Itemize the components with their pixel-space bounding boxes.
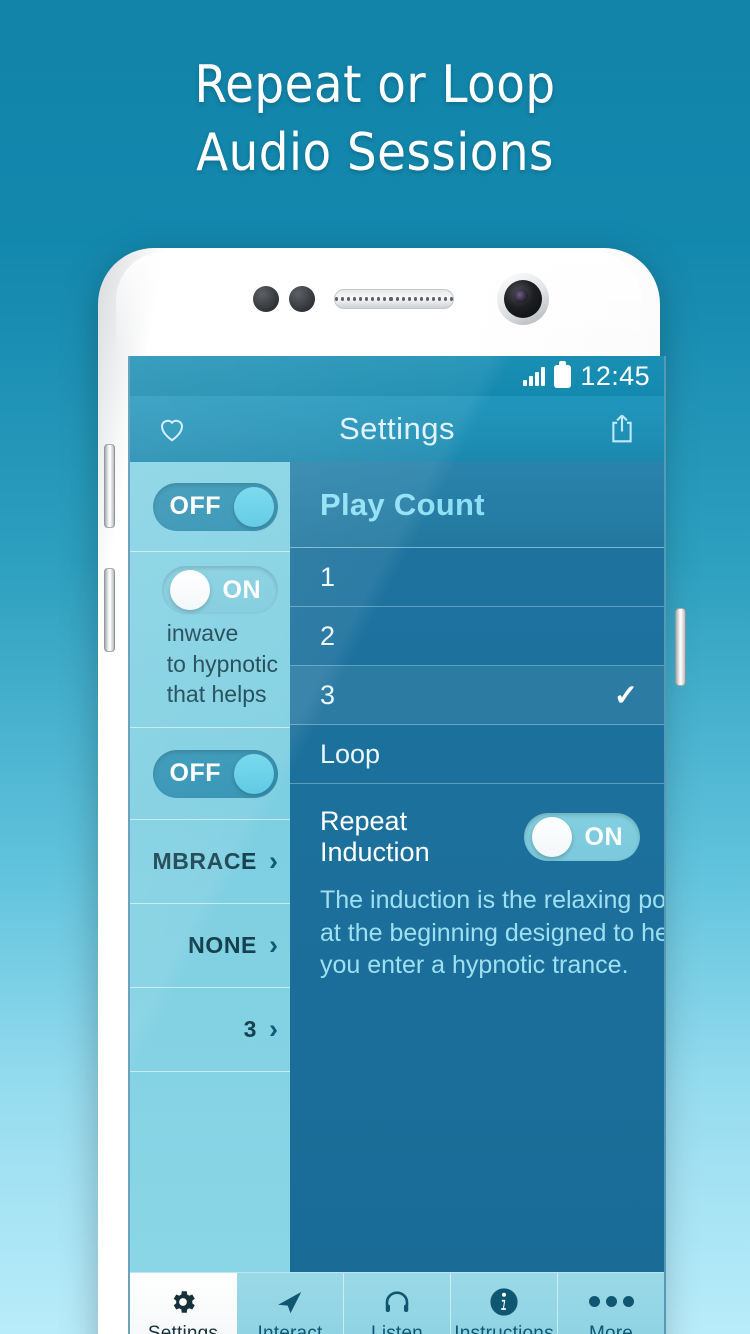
sidebar-row-value: 3 xyxy=(243,1016,257,1042)
sidebar-row-embrace[interactable]: MBRACE › xyxy=(130,820,290,904)
tab-label: More xyxy=(588,1322,634,1334)
option-label: 2 xyxy=(320,620,336,651)
option-row-3[interactable]: 3 ✓ xyxy=(290,666,664,725)
toggle-label: ON xyxy=(222,575,261,604)
paper-plane-icon xyxy=(274,1285,306,1319)
toggle-knob xyxy=(169,570,210,610)
heart-icon[interactable] xyxy=(152,409,192,449)
sidebar-desc-line-1: inwave xyxy=(166,620,239,646)
desc-line-2: at the beginning designed to help xyxy=(320,918,664,947)
tab-label: Settings xyxy=(147,1322,219,1334)
headphones-icon xyxy=(381,1285,413,1319)
phone-mockup: 12:45 Settings OFF ON inwave to hypnotic… xyxy=(82,248,686,1334)
option-row-loop[interactable]: Loop xyxy=(290,725,664,784)
page-title: Settings xyxy=(338,411,455,446)
gear-icon xyxy=(168,1285,198,1319)
toggle-label: OFF xyxy=(169,492,221,520)
tab-label: Interact xyxy=(257,1322,323,1334)
ellipsis-icon xyxy=(588,1285,634,1319)
sidebar-row-toggle-3[interactable]: OFF xyxy=(130,728,290,820)
sidebar-row-toggle-2[interactable]: ON inwave to hypnotic that helps xyxy=(130,552,290,728)
front-camera-sensor-icon xyxy=(289,286,315,312)
play-count-panel: Play Count 1 2 3 ✓ Loop Repeat Induction… xyxy=(290,462,664,1272)
sidebar-description: inwave to hypnotic that helps xyxy=(167,614,278,710)
sidebar-row-value: MBRACE xyxy=(152,848,257,874)
toggle-knob xyxy=(234,753,274,794)
app-nav-bar: Settings xyxy=(130,396,664,462)
signal-bars-icon xyxy=(523,366,546,386)
phone-screen: 12:45 Settings OFF ON inwave to hypnotic… xyxy=(128,356,666,1334)
volume-down-button[interactable] xyxy=(104,568,115,652)
toggle-label: ON xyxy=(584,822,623,851)
chevron-right-icon: › xyxy=(269,1014,278,1044)
status-bar: 12:45 xyxy=(130,356,664,396)
tab-interact[interactable]: Interact xyxy=(237,1273,344,1334)
battery-full-icon xyxy=(554,360,572,388)
chevron-right-icon: › xyxy=(269,930,278,960)
earpiece-speaker-icon xyxy=(334,289,454,309)
sidebar-desc-line-3: that helps xyxy=(166,681,267,708)
option-label: Loop xyxy=(320,738,381,769)
tab-settings[interactable]: Settings xyxy=(130,1273,237,1334)
bottom-tab-bar: Settings Interact Listen Instructions Mo… xyxy=(130,1272,664,1334)
front-camera-icon xyxy=(497,273,549,325)
repeat-induction-toggle[interactable]: ON xyxy=(524,813,640,861)
power-button[interactable] xyxy=(675,608,686,686)
sidebar-row-value: NONE xyxy=(188,932,257,958)
toggle-knob xyxy=(531,817,572,857)
option-row-2[interactable]: 2 xyxy=(290,607,664,666)
headline-line-1: Repeat or Loop xyxy=(194,55,556,115)
promo-headline: Repeat or Loop Audio Sessions xyxy=(0,52,750,187)
status-bar-clock: 12:45 xyxy=(580,360,650,391)
repeat-induction-row[interactable]: Repeat Induction ON xyxy=(290,784,664,882)
checkmark-icon: ✓ xyxy=(613,679,638,712)
sidebar-row-toggle-1[interactable]: OFF xyxy=(130,462,290,552)
tab-more[interactable]: More xyxy=(558,1273,664,1334)
headline-line-2: Audio Sessions xyxy=(196,122,554,183)
toggle-knob xyxy=(234,486,274,527)
screen-content: OFF ON inwave to hypnotic that helps OFF… xyxy=(130,462,664,1272)
toggle-off-1[interactable]: OFF xyxy=(152,482,278,531)
sidebar-row-count[interactable]: 3 › xyxy=(130,988,290,1072)
tab-instructions[interactable]: Instructions xyxy=(451,1273,558,1334)
info-circle-icon xyxy=(488,1285,520,1319)
option-row-1[interactable]: 1 xyxy=(290,548,664,607)
desc-line-1: The induction is the relaxing portion xyxy=(320,886,664,914)
panel-header-label: Play Count xyxy=(320,486,485,522)
sidebar-desc-line-2: to hypnotic xyxy=(166,650,278,677)
chevron-right-icon: › xyxy=(269,846,278,876)
proximity-sensor-icon xyxy=(253,286,279,312)
option-label: 3 xyxy=(320,679,336,710)
repeat-induction-description: The induction is the relaxing portion at… xyxy=(290,882,664,982)
sidebar-row-none[interactable]: NONE › xyxy=(130,904,290,988)
volume-up-button[interactable] xyxy=(104,444,115,528)
desc-line-3: you enter a hypnotic trance. xyxy=(320,951,629,979)
toggle-off-2[interactable]: OFF xyxy=(152,749,278,798)
tab-label: Listen xyxy=(371,1322,423,1334)
share-icon[interactable] xyxy=(602,409,642,449)
panel-header: Play Count xyxy=(290,462,664,548)
toggle-on-1[interactable]: ON xyxy=(162,566,278,614)
toggle-label: OFF xyxy=(169,759,221,787)
phone-body: 12:45 Settings OFF ON inwave to hypnotic… xyxy=(98,248,686,1334)
option-label: 1 xyxy=(320,561,336,592)
tab-listen[interactable]: Listen xyxy=(344,1273,451,1334)
tab-label: Instructions xyxy=(454,1322,554,1334)
background-settings-list: OFF ON inwave to hypnotic that helps OFF… xyxy=(130,462,290,1272)
repeat-induction-label: Repeat Induction xyxy=(320,806,430,867)
